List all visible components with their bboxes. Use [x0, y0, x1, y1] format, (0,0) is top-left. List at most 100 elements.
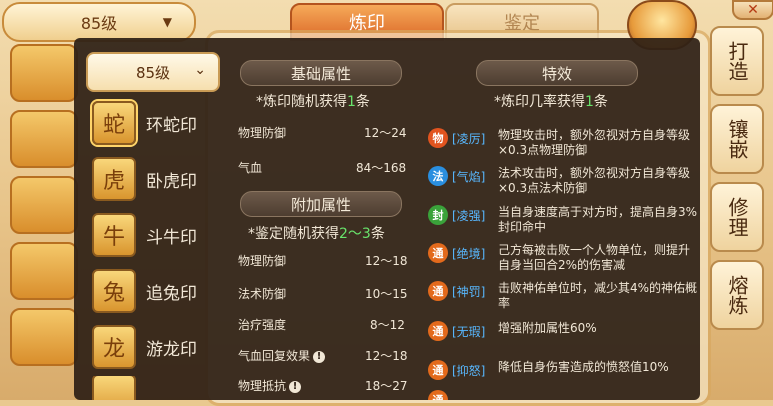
- attribute-name: 治疗强度: [238, 318, 287, 332]
- attribute-name: 物理抵抗: [238, 379, 287, 393]
- close-icon[interactable]: ✕: [732, 0, 773, 20]
- background-seal-icon: [10, 308, 78, 366]
- ox-seal-icon: 牛: [92, 213, 136, 257]
- extra-attributes-header: 附加属性: [240, 191, 402, 217]
- attribute-name: 法术防御: [238, 287, 287, 301]
- partial-seal-icon: [92, 376, 136, 400]
- seal-name: 游龙印: [146, 339, 197, 360]
- background-seal-icon: [10, 44, 78, 102]
- note-unit: 条: [593, 94, 608, 110]
- effect-description: 降低自身伤害造成的愤怒值10%: [498, 360, 669, 374]
- note-unit: 条: [370, 226, 385, 242]
- effect-description: 己方每被击败一个人物单位，则提升自身当回合2%的伤害减: [498, 243, 691, 272]
- attribute-value: 12～18: [365, 349, 408, 363]
- effect-type-badge: 通: [428, 390, 448, 400]
- attribute-value: 8～12: [370, 318, 405, 332]
- attribute-value: 84～168: [356, 161, 407, 175]
- side-tab-inlay-label: 镶嵌: [725, 119, 749, 159]
- background-seal-icon: [10, 176, 78, 234]
- level-select-value: 85级: [135, 63, 171, 82]
- effect-description: 当自身速度高于对方时，提高自身3%封印命中: [498, 205, 698, 234]
- effect-row: 封 [凌强] 当自身速度高于对方时，提高自身3%封印命中: [428, 203, 698, 243]
- attribute-value: 12～24: [364, 126, 407, 140]
- background-level-label: 85级: [80, 14, 118, 33]
- note-count: 2～3: [339, 226, 371, 242]
- background-seal-icon: [10, 110, 78, 168]
- side-tab-inlay[interactable]: 镶嵌: [710, 104, 764, 174]
- special-effects-title: 特效: [541, 64, 572, 83]
- dragon-seal-icon: 龙: [92, 325, 136, 369]
- effect-description: 物理攻击时，额外忽视对方自身等级×0.3点物理防御: [498, 128, 691, 157]
- effect-description: 击败神佑单位时，减少其4%的神佑概率: [498, 281, 698, 310]
- note-count: 1: [347, 94, 356, 110]
- seal-name: 环蛇印: [146, 115, 197, 136]
- attribute-name: 气血: [238, 161, 263, 175]
- basic-attributes-title: 基础属性: [290, 64, 351, 83]
- seal-item[interactable]: 牛 斗牛印: [92, 212, 210, 258]
- note-count: 1: [585, 94, 594, 110]
- note-unit: 条: [355, 94, 370, 110]
- attribute-name: 物理防御: [238, 254, 287, 268]
- effect-type-badge: 物: [428, 128, 448, 148]
- side-tab-repair[interactable]: 修理: [710, 182, 764, 252]
- effect-row: 通: [428, 388, 698, 400]
- basic-attributes-note: *炼印随机获得1条: [256, 91, 370, 111]
- seal-item[interactable]: 蛇 环蛇印: [92, 100, 210, 146]
- rabbit-seal-icon: 兔: [92, 269, 136, 313]
- seal-item[interactable]: 兔 追兔印: [92, 268, 210, 314]
- effect-description: 法术攻击时，额外忽视对方自身等级×0.3点法术防御: [498, 166, 691, 195]
- effect-name: [绝境]: [452, 247, 486, 261]
- effect-row: 物 [凌厉] 物理攻击时，额外忽视对方自身等级×0.3点物理防御: [428, 126, 698, 166]
- info-icon[interactable]: !: [313, 351, 326, 363]
- effect-name: [凌厉]: [452, 132, 486, 146]
- attribute-value: 10～15: [365, 287, 408, 301]
- attribute-name: 气血回复效果: [238, 349, 311, 363]
- side-tab-smelt-label: 熔炼: [725, 275, 749, 315]
- effect-row: 法 [气焰] 法术攻击时，额外忽视对方自身等级×0.3点法术防御: [428, 164, 698, 204]
- effect-type-badge: 通: [428, 360, 448, 380]
- effect-row: 通 [绝境] 己方每被击败一个人物单位，则提升自身当回合2%的伤害减: [428, 241, 698, 281]
- note-text: *炼印随机获得: [256, 94, 347, 110]
- seal-item[interactable]: 虎 卧虎印: [92, 156, 210, 202]
- seal-name: 斗牛印: [146, 227, 197, 248]
- side-tab-smelt[interactable]: 熔炼: [710, 260, 764, 330]
- effect-type-badge: 通: [428, 321, 448, 341]
- seal-item[interactable]: 龙 游龙印: [92, 324, 210, 370]
- side-tab-forge-label: 打造: [725, 41, 749, 81]
- level-select[interactable]: 85级 ⌄: [86, 52, 220, 92]
- effect-row: 通 [无瑕] 增强附加属性60%: [428, 319, 698, 359]
- note-text: *鉴定随机获得: [248, 226, 339, 242]
- basic-attributes-header: 基础属性: [240, 60, 402, 86]
- effect-type-badge: 法: [428, 166, 448, 186]
- effect-name: [气焰]: [452, 170, 486, 184]
- effect-description: 增强附加属性60%: [498, 321, 597, 335]
- side-tab-repair-label: 修理: [725, 197, 749, 237]
- special-effects-note: *炼印几率获得1条: [494, 91, 608, 111]
- attribute-row: 物理抵抗!: [238, 377, 302, 394]
- attribute-name: 物理防御: [238, 126, 287, 140]
- effect-type-badge: 封: [428, 205, 448, 225]
- attribute-value: 12～18: [365, 254, 408, 268]
- effect-name: [神罚]: [452, 285, 486, 299]
- background-level-dropdown[interactable]: 85级 ▼: [2, 2, 196, 42]
- special-effects-header: 特效: [476, 60, 638, 86]
- info-icon[interactable]: !: [289, 381, 302, 393]
- seal-name: 卧虎印: [146, 171, 197, 192]
- seal-name: 追兔印: [146, 283, 197, 304]
- effect-type-badge: 通: [428, 243, 448, 263]
- side-tab-forge[interactable]: 打造: [710, 26, 764, 96]
- effect-name: [抑怒]: [452, 364, 486, 378]
- background-seal-icon: [10, 242, 78, 300]
- effect-name: [凌强]: [452, 209, 486, 223]
- extra-attributes-note: *鉴定随机获得2～3条: [248, 223, 385, 243]
- extra-attributes-title: 附加属性: [290, 195, 351, 214]
- attribute-row: 气血回复效果!: [238, 347, 326, 364]
- effect-row: 通 [神罚] 击败神佑单位时，减少其4%的神佑概率: [428, 279, 698, 319]
- note-text: *炼印几率获得: [494, 94, 585, 110]
- effect-type-badge: 通: [428, 281, 448, 301]
- attribute-value: 18～27: [365, 379, 408, 393]
- tiger-seal-icon: 虎: [92, 157, 136, 201]
- seal-item[interactable]: [92, 376, 210, 400]
- snake-seal-icon: 蛇: [92, 101, 136, 145]
- chevron-down-icon: ▼: [162, 15, 172, 29]
